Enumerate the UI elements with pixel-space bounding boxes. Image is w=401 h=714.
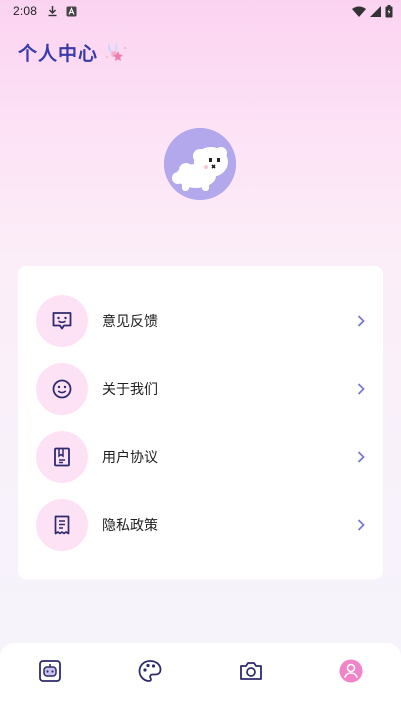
robot-home-icon [39,660,61,682]
status-time: 2:08 [13,4,38,18]
tab-home[interactable] [36,657,64,685]
menu-item-label: 用户协议 [102,450,158,466]
status-bar: 2:08 [0,0,401,22]
menu-card: 意见反馈 关于我们 用户协议 隐私政策 [18,266,383,579]
privacy-document-icon [36,499,88,551]
page-header: 个人中心 [18,38,129,66]
tab-profile[interactable] [337,657,365,685]
tab-camera[interactable] [237,657,265,685]
menu-item-about-us[interactable]: 关于我们 [36,363,366,415]
menu-item-privacy-policy[interactable]: 隐私政策 [36,499,366,551]
battery-icon [385,4,393,18]
tab-palette[interactable] [136,657,164,685]
profile-user-icon [339,659,363,683]
bottom-tab-bar [0,643,401,714]
page-title: 个人中心 [18,42,99,65]
chevron-right-icon [356,450,366,464]
menu-item-label: 意见反馈 [102,314,158,330]
chevron-right-icon [356,314,366,328]
fairy-sparkle-icon [103,40,129,64]
a-notification-icon [66,6,77,17]
signal-icon [370,5,381,17]
menu-item-label: 关于我们 [102,382,158,398]
agreement-book-icon [36,431,88,483]
chevron-right-icon [356,382,366,396]
menu-item-user-agreement[interactable]: 用户协议 [36,431,366,483]
smiley-face-icon [36,363,88,415]
wifi-icon [352,6,366,17]
avatar[interactable] [164,128,236,200]
camera-icon [240,662,262,680]
download-icon [47,5,58,17]
palette-icon [138,660,162,682]
chevron-right-icon [356,518,366,532]
feedback-message-icon [36,295,88,347]
white-puppy-avatar [164,128,236,200]
menu-item-label: 隐私政策 [102,518,158,534]
menu-item-feedback[interactable]: 意见反馈 [36,295,366,347]
